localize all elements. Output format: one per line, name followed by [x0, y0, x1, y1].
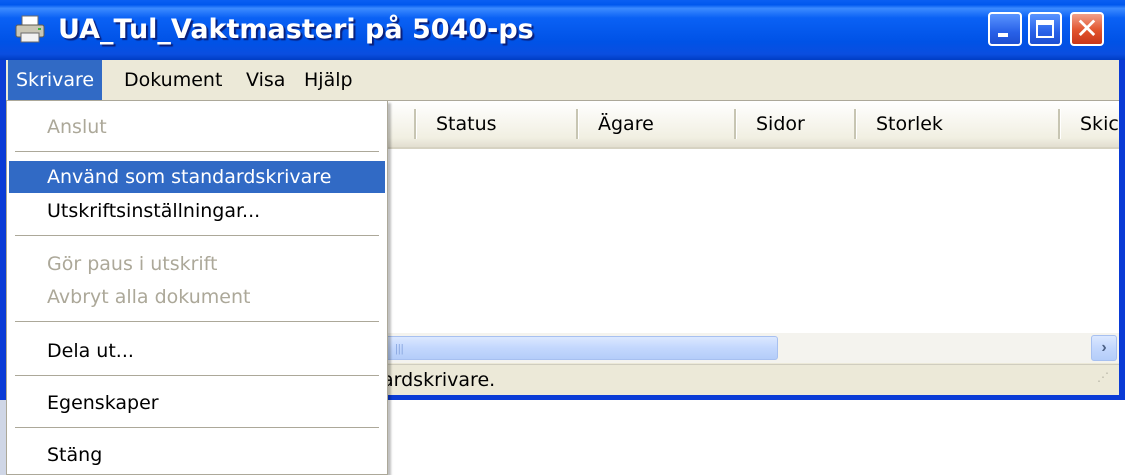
menu-item-avbryt-alla[interactable]: Avbryt alla dokument [9, 281, 385, 313]
column-status[interactable]: Status [436, 101, 566, 147]
menu-separator [15, 427, 379, 429]
menu-item-stang[interactable]: Stäng [9, 439, 385, 471]
window-title: UA_Tul_Vaktmasteri på 5040-ps [58, 14, 534, 45]
menu-item-anvand-som-standardskrivare[interactable]: Använd som standardskrivare [9, 161, 385, 193]
skrivare-dropdown-menu: Anslut Använd som standardskrivare Utskr… [6, 100, 388, 475]
column-separator[interactable] [854, 109, 857, 139]
column-agare[interactable]: Ägare [598, 101, 728, 147]
close-button[interactable]: ✕ [1070, 12, 1104, 46]
maximize-button[interactable] [1028, 12, 1062, 46]
resize-grip-icon[interactable]: ⋰ [1097, 371, 1113, 389]
close-icon: ✕ [1075, 12, 1099, 45]
column-skick[interactable]: Skick [1080, 101, 1119, 147]
scrollbar-thumb[interactable]: ||| [366, 336, 778, 360]
scroll-right-button[interactable]: › [1091, 335, 1117, 361]
column-sidor[interactable]: Sidor [756, 101, 846, 147]
maximize-icon [1036, 20, 1054, 38]
menu-separator [15, 375, 379, 377]
menu-separator [15, 151, 379, 153]
printer-icon [15, 15, 45, 43]
menu-item-dela-ut[interactable]: Dela ut... [9, 335, 385, 367]
column-separator[interactable] [576, 109, 579, 139]
menu-visa[interactable]: Visa [238, 60, 293, 100]
column-separator[interactable] [1058, 109, 1061, 139]
grip-icon: ||| [395, 343, 404, 355]
menu-item-anslut[interactable]: Anslut [9, 111, 385, 143]
column-storlek[interactable]: Storlek [876, 101, 1046, 147]
column-separator[interactable] [414, 109, 417, 139]
chevron-right-icon: › [1101, 339, 1107, 356]
menu-item-egenskaper[interactable]: Egenskaper [9, 387, 385, 419]
minimize-button[interactable] [988, 12, 1022, 46]
menu-item-utskriftsinstallningar[interactable]: Utskriftsinställningar... [9, 195, 385, 227]
title-bar[interactable]: UA_Tul_Vaktmasteri på 5040-ps ✕ [0, 0, 1125, 60]
menu-dokument[interactable]: Dokument [116, 60, 230, 100]
menu-bar: Skrivare Dokument Visa Hjälp [6, 60, 1119, 100]
minimize-icon [998, 33, 1008, 37]
status-text: ardskrivare. [382, 369, 496, 391]
column-separator[interactable] [734, 109, 737, 139]
menu-skrivare[interactable]: Skrivare [8, 60, 103, 100]
menu-separator [15, 235, 379, 237]
menu-item-gor-paus[interactable]: Gör paus i utskrift [9, 248, 385, 280]
menu-separator [15, 321, 379, 323]
menu-hjalp[interactable]: Hjälp [296, 60, 361, 100]
